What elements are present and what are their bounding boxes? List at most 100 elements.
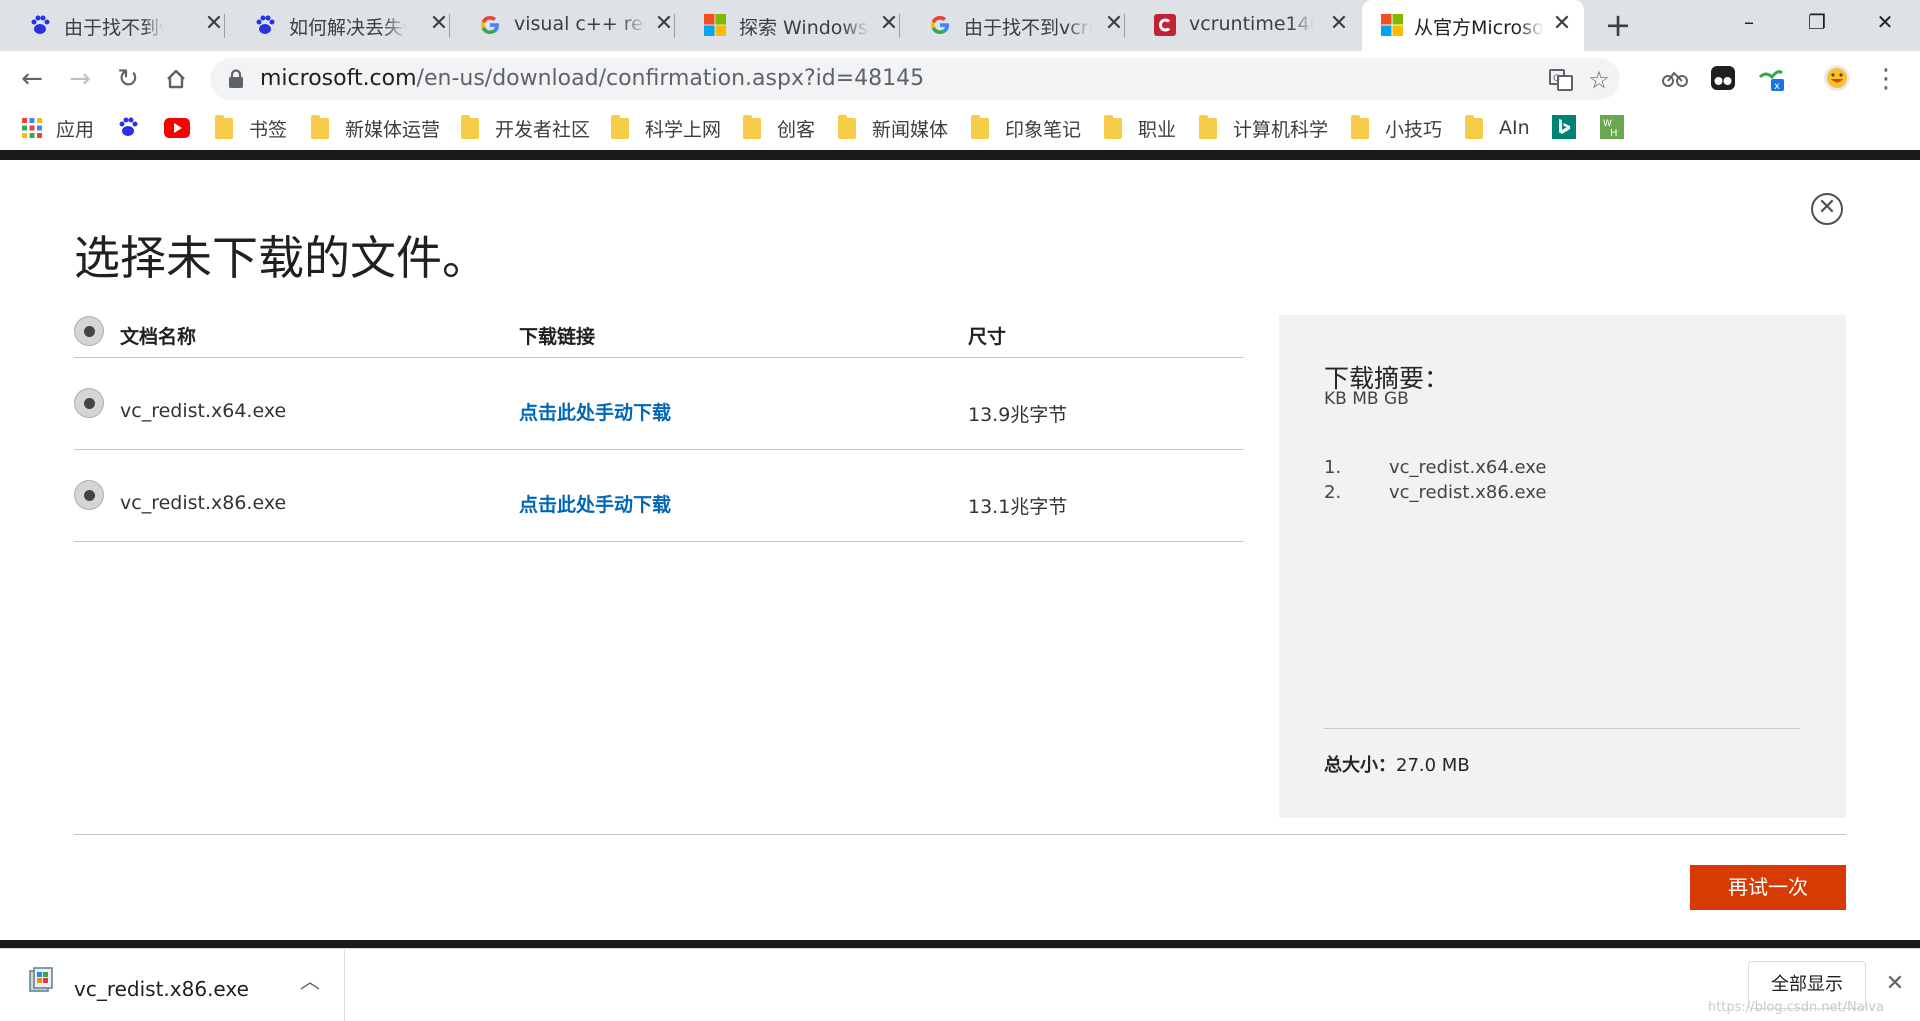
- tab-4[interactable]: 探索 Windows ✕: [675, 0, 900, 51]
- maximize-button[interactable]: ❐: [1782, 0, 1852, 44]
- tab-5[interactable]: 由于找不到vcruntime140.dll ✕: [900, 0, 1125, 51]
- tab-3[interactable]: visual c++ redistributable ✕: [450, 0, 675, 51]
- bookmark-label: 新媒体运营: [345, 118, 441, 141]
- download-file-name: vc_redist.x86.exe: [74, 977, 249, 1001]
- home-icon[interactable]: [158, 61, 194, 97]
- baidu-paw-icon: [256, 15, 275, 34]
- download-item[interactable]: vc_redist.x86.exe ︿: [0, 949, 345, 1021]
- apps-grid-icon: [22, 118, 42, 138]
- bookmark-star-icon[interactable]: ☆: [1586, 67, 1612, 93]
- folder-icon: [743, 114, 761, 139]
- column-header-name: 文档名称: [120, 326, 197, 348]
- bookmark-label: 创客: [777, 118, 816, 141]
- summary-item-number: 2.: [1324, 482, 1342, 503]
- bookmark-folder[interactable]: 职业: [1104, 114, 1177, 141]
- bookmark-folder[interactable]: 新媒体运营: [311, 114, 441, 141]
- tab-7-active[interactable]: 从官方Microsoft下载 ✕: [1362, 0, 1584, 51]
- tab-1[interactable]: 由于找不到vcruntime140.dll ✕: [0, 0, 225, 51]
- bookmark-label: AIn: [1499, 117, 1530, 139]
- download-summary-panel: 下载摘要： KB MB GB 1. vc_redist.x64.exe 2. vc_…: [1279, 315, 1846, 818]
- select-all-radio[interactable]: [74, 316, 104, 346]
- tab-close-icon[interactable]: ✕: [1550, 12, 1574, 36]
- microsoft-logo-icon: [1381, 14, 1403, 36]
- extension-sprout-icon[interactable]: x: [1756, 63, 1786, 93]
- chevron-up-icon[interactable]: ︿: [298, 969, 322, 993]
- tab-title: vcruntime140.dll: [1189, 13, 1314, 35]
- address-bar[interactable]: microsoft.com/en-us/download/confirmatio…: [210, 58, 1620, 100]
- folder-icon: [461, 114, 479, 139]
- bookmark-bing-icon[interactable]: [1552, 115, 1576, 139]
- extension-bike-icon[interactable]: [1660, 63, 1690, 93]
- total-value: 27.0 MB: [1396, 755, 1470, 776]
- file-name: vc_redist.x86.exe: [120, 492, 287, 514]
- tab-6[interactable]: vcruntime140.dll ✕: [1125, 0, 1350, 51]
- browser-toolbar: ← → ↻ microsoft.com/en-us/download/confi…: [0, 51, 1920, 106]
- bookmark-apps[interactable]: 应用: [22, 115, 94, 141]
- page-top-bar: [0, 150, 1920, 160]
- tab-close-icon[interactable]: ✕: [427, 12, 451, 36]
- summary-item-name: vc_redist.x64.exe: [1389, 457, 1547, 478]
- tab-close-icon[interactable]: ✕: [202, 12, 226, 36]
- bookmark-folder[interactable]: 小技巧: [1351, 114, 1443, 141]
- bookmark-folder[interactable]: 新闻媒体: [838, 114, 949, 141]
- url-text[interactable]: microsoft.com/en-us/download/confirmatio…: [260, 66, 924, 91]
- forward-arrow-icon[interactable]: →: [62, 61, 98, 97]
- tab-close-icon[interactable]: ✕: [1102, 12, 1126, 36]
- new-tab-button[interactable]: +: [1603, 9, 1633, 41]
- summary-units: KB MB GB: [1324, 389, 1409, 409]
- tab-close-icon[interactable]: ✕: [652, 12, 676, 36]
- download-dialog: ✕ 选择未下载的文件。 文档名称 下载链接 尺寸 vc_redist.x64.e…: [0, 160, 1920, 940]
- translate-icon[interactable]: G: [1548, 67, 1574, 93]
- table-header-row: 文档名称 下载链接 尺寸: [74, 308, 1244, 358]
- minimize-button[interactable]: –: [1714, 0, 1784, 44]
- summary-item-number: 1.: [1324, 457, 1342, 478]
- reload-icon[interactable]: ↻: [110, 61, 146, 97]
- retry-button[interactable]: 再试一次: [1690, 865, 1846, 910]
- bookmark-folder[interactable]: 计算机科学: [1199, 114, 1328, 141]
- folder-icon: [1351, 114, 1369, 139]
- bookmark-label: 职业: [1138, 118, 1177, 141]
- bookmark-folder[interactable]: 印象笔记: [971, 114, 1081, 141]
- folder-icon: [1465, 114, 1483, 139]
- bookmark-folder[interactable]: 科学上网: [611, 114, 721, 141]
- column-header-link: 下载链接: [519, 326, 596, 348]
- tab-close-icon[interactable]: ✕: [1327, 12, 1351, 36]
- back-arrow-icon[interactable]: ←: [14, 61, 50, 97]
- manual-download-link[interactable]: 点击此处手动下载: [519, 490, 671, 517]
- svg-text:H: H: [1610, 128, 1618, 139]
- bookmark-wh-icon[interactable]: WH: [1600, 115, 1624, 139]
- tab-strip: 由于找不到vcruntime140.dll ✕ 如何解决丢失vcruntime1…: [0, 0, 1920, 51]
- extension-tampermonkey-icon[interactable]: [1708, 63, 1738, 93]
- bookmark-label: 书签: [249, 118, 288, 141]
- bookmark-folder[interactable]: AIn: [1465, 114, 1530, 141]
- lock-icon[interactable]: [228, 69, 244, 89]
- tab-2[interactable]: 如何解决丢失vcruntime140.dll ✕: [225, 0, 450, 51]
- folder-icon: [611, 114, 629, 139]
- file-radio[interactable]: [74, 388, 104, 418]
- summary-total: 总大小：27.0 MB: [1324, 751, 1470, 777]
- bookmark-baidu-icon[interactable]: [116, 115, 140, 139]
- tab-close-icon[interactable]: ✕: [877, 12, 901, 36]
- installer-file-icon: [29, 967, 53, 992]
- avatar-emoji-icon[interactable]: [1822, 63, 1852, 93]
- tab-title: 由于找不到vcruntime140.dll: [64, 17, 164, 39]
- summary-item: 2. vc_redist.x86.exe: [1324, 482, 1546, 503]
- column-header-size: 尺寸: [968, 326, 1007, 348]
- footer-divider: [74, 834, 1846, 835]
- dialog-close-icon[interactable]: ✕: [1811, 193, 1843, 225]
- menu-kebab-icon[interactable]: ⋮: [1868, 61, 1904, 97]
- manual-download-link[interactable]: 点击此处手动下载: [519, 398, 671, 425]
- google-g-icon: [931, 16, 949, 34]
- bookmark-folder[interactable]: 书签: [215, 114, 288, 141]
- bookmark-youtube-icon[interactable]: [164, 118, 190, 138]
- total-label: 总大小：: [1324, 755, 1396, 776]
- file-radio[interactable]: [74, 480, 104, 510]
- window-close-button[interactable]: ✕: [1850, 0, 1920, 44]
- bookmark-label: 小技巧: [1385, 118, 1443, 141]
- bookmark-label: 新闻媒体: [872, 118, 949, 141]
- bookmark-folder[interactable]: 开发者社区: [461, 114, 590, 141]
- microsoft-logo-icon: [704, 14, 726, 36]
- bookmark-folder[interactable]: 创客: [743, 114, 816, 141]
- shelf-close-icon[interactable]: ✕: [1882, 971, 1908, 997]
- summary-divider: [1324, 728, 1800, 729]
